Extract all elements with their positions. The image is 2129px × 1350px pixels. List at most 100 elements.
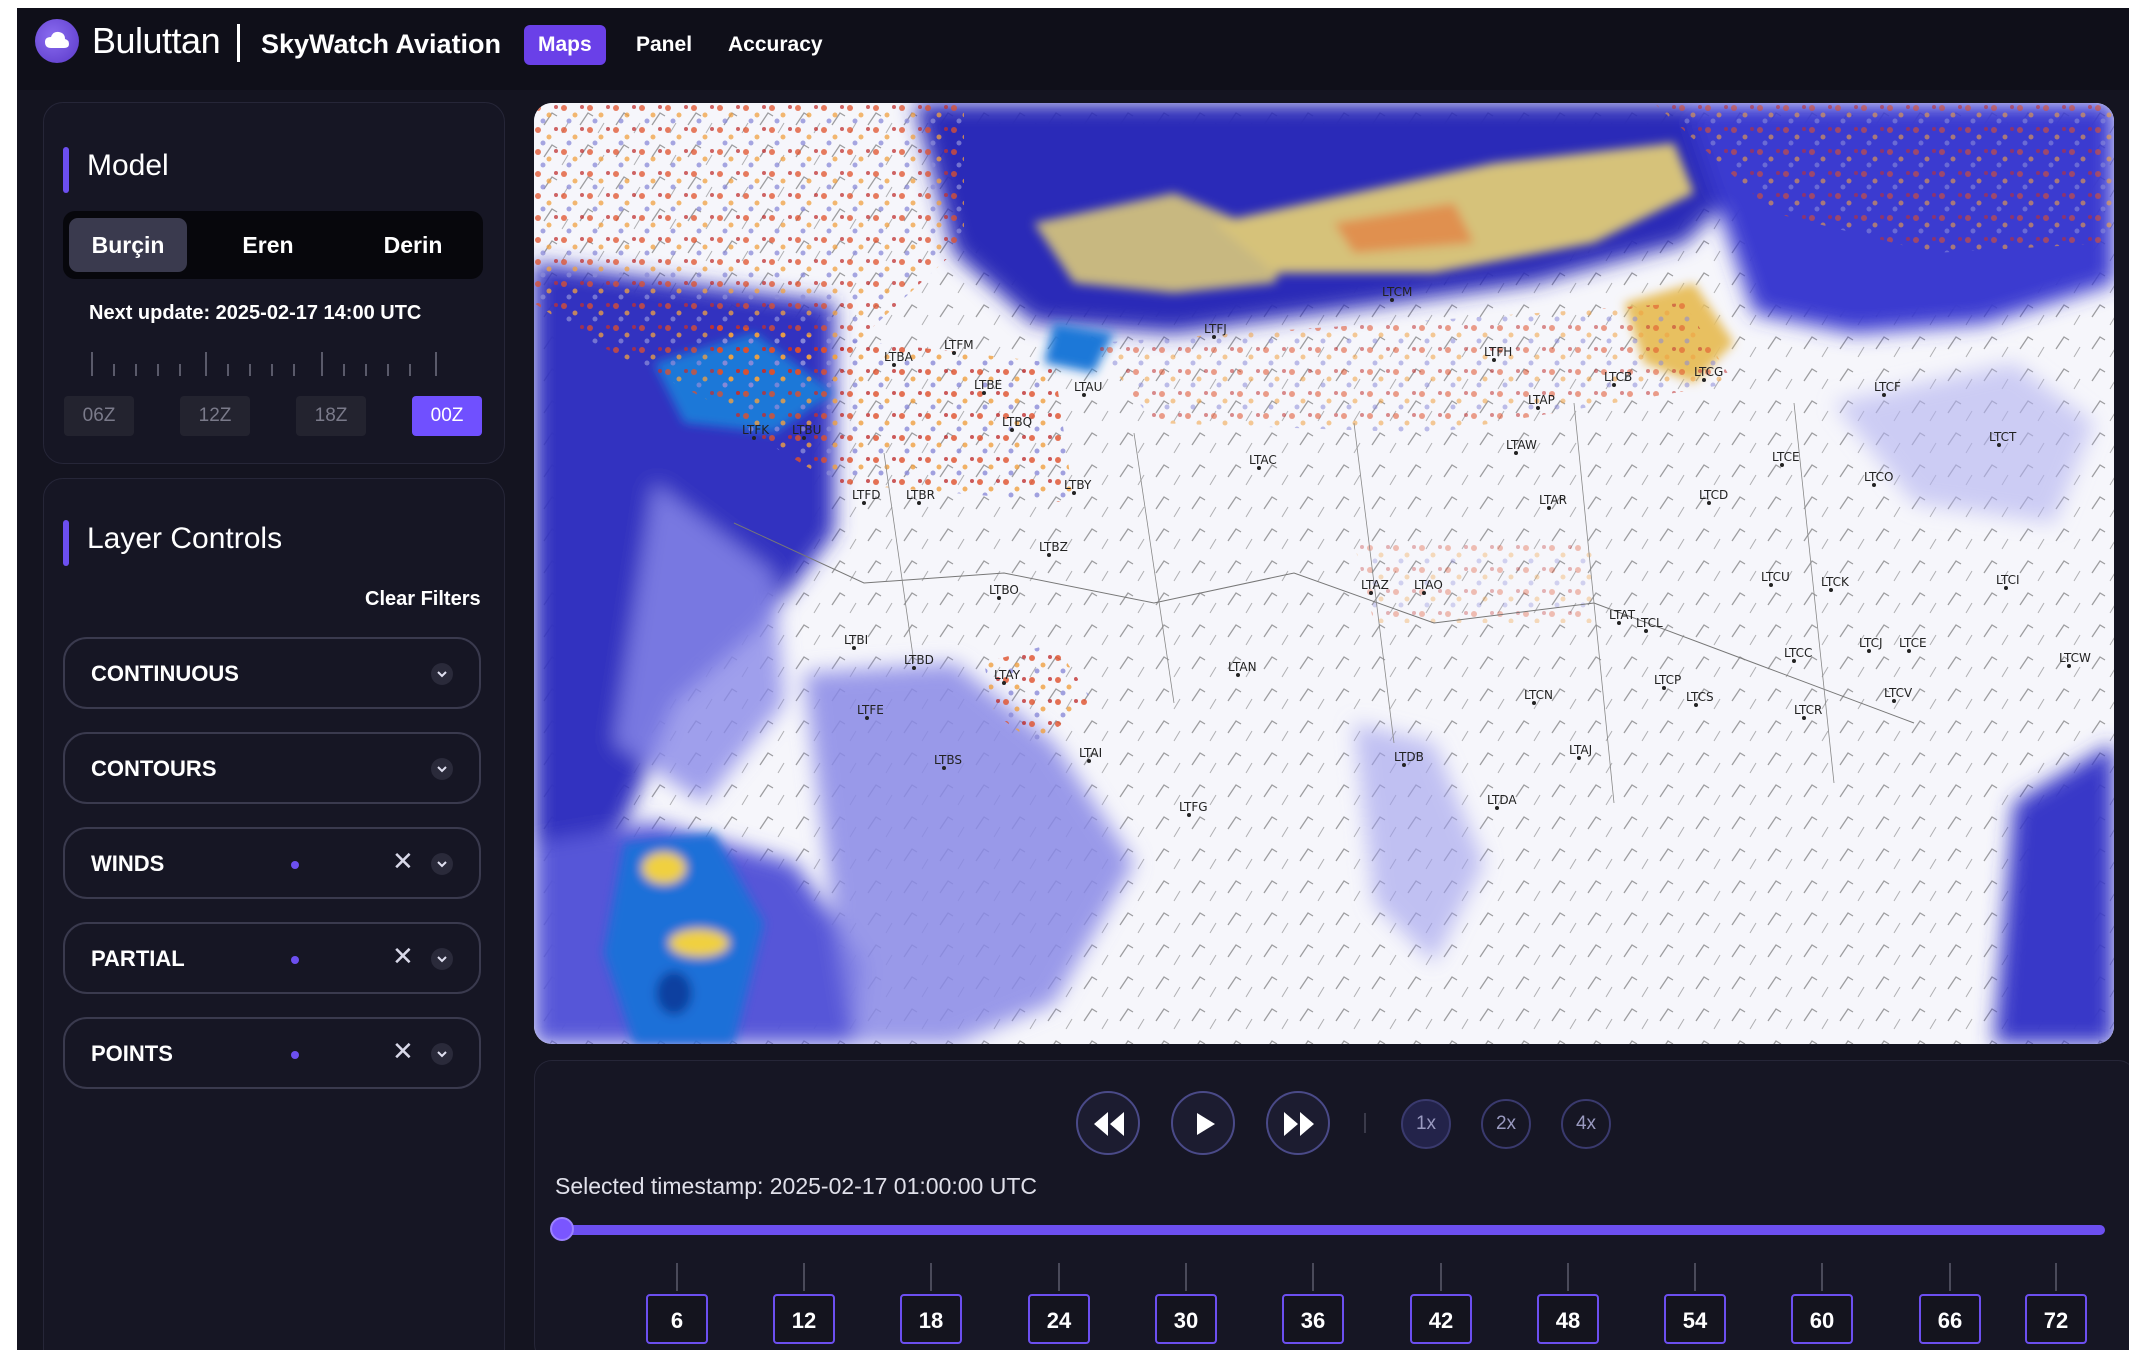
airport-label: LTFJ — [1204, 322, 1227, 336]
airport-label: LTCB — [1604, 370, 1632, 384]
hour-tick — [1440, 1263, 1442, 1291]
timeline-panel: 1x 2x 4x Selected timestamp: 2025-02-17 … — [534, 1060, 2129, 1350]
hour-button-12[interactable]: 12 — [773, 1294, 835, 1344]
hour-tick — [676, 1263, 678, 1291]
hour-button-6[interactable]: 6 — [646, 1294, 708, 1344]
tab-panel[interactable]: Panel — [622, 25, 706, 65]
model-option-eren[interactable]: Eren — [199, 218, 337, 272]
hour-button-48[interactable]: 48 — [1537, 1294, 1599, 1344]
airport-label: LTCP — [1654, 673, 1681, 687]
model-panel-title: Model — [87, 149, 169, 182]
hour-tick — [1058, 1263, 1060, 1291]
airport-label: LTAO — [1414, 578, 1443, 592]
model-accent-bar — [63, 147, 69, 193]
airport-label: LTFH — [1484, 345, 1512, 359]
tab-accuracy[interactable]: Accuracy — [714, 25, 837, 65]
hour-tick — [1949, 1263, 1951, 1291]
play-icon — [1197, 1113, 1215, 1135]
airport-label: LTCG — [1694, 365, 1723, 379]
airport-label: LTFD — [852, 488, 881, 502]
hour-button-42[interactable]: 42 — [1410, 1294, 1472, 1344]
brand-divider — [237, 24, 240, 62]
active-indicator-dot — [291, 1051, 299, 1059]
hour-button-24[interactable]: 24 — [1028, 1294, 1090, 1344]
close-icon[interactable]: ✕ — [392, 846, 414, 877]
layer-row-winds[interactable]: WINDS ✕ — [63, 827, 481, 899]
fast-forward-icon — [1284, 1112, 1314, 1136]
layer-label: CONTOURS — [91, 756, 217, 781]
model-selector: Burçin Eren Derin — [63, 211, 483, 279]
weather-map-canvas[interactable]: LTCM LTFM LTBA LTFJ LTFH LTCB LTCG LTCF … — [534, 103, 2114, 1044]
tab-maps[interactable]: Maps — [524, 25, 606, 65]
hour-button-18[interactable]: 18 — [900, 1294, 962, 1344]
hour-button-36[interactable]: 36 — [1282, 1294, 1344, 1344]
layer-row-points[interactable]: POINTS ✕ — [63, 1017, 481, 1089]
airport-label: LTCJ — [1859, 636, 1883, 650]
run-ruler — [89, 352, 453, 380]
clear-filters-button[interactable]: Clear Filters — [365, 588, 481, 611]
airport-label: LTBE — [974, 378, 1002, 392]
speed-4x-button[interactable]: 4x — [1561, 1099, 1611, 1149]
chevron-down-icon[interactable] — [431, 1043, 453, 1065]
app-name: SkyWatch Aviation — [261, 29, 502, 59]
hour-button-54[interactable]: 54 — [1664, 1294, 1726, 1344]
airport-label: LTAT — [1609, 608, 1636, 622]
hour-button-30[interactable]: 30 — [1155, 1294, 1217, 1344]
airport-label: LTBS — [934, 753, 962, 767]
airport-label: LTBY — [1064, 478, 1092, 492]
top-bar: Buluttan SkyWatch Aviation Maps Panel Ac… — [17, 8, 2129, 90]
layer-row-continuous[interactable]: CONTINUOUS — [63, 637, 481, 709]
airport-label: LTCM — [1382, 285, 1412, 299]
layer-row-contours[interactable]: CONTOURS — [63, 732, 481, 804]
airport-label: LTAU — [1074, 380, 1102, 394]
speed-2x-button[interactable]: 2x — [1481, 1099, 1531, 1149]
hour-tick — [1567, 1263, 1569, 1291]
chevron-down-icon[interactable] — [431, 758, 453, 780]
model-option-burcin[interactable]: Burçin — [69, 218, 187, 272]
airport-label: LTFM — [944, 338, 974, 352]
timeline-track[interactable] — [555, 1225, 2105, 1235]
airport-label: LTBO — [989, 583, 1019, 597]
hour-button-60[interactable]: 60 — [1791, 1294, 1853, 1344]
airport-label: LTCD — [1699, 488, 1728, 502]
chevron-down-icon[interactable] — [431, 663, 453, 685]
run-06z-button[interactable]: 06Z — [64, 396, 134, 436]
rewind-icon — [1094, 1112, 1124, 1136]
speed-1x-button[interactable]: 1x — [1401, 1099, 1451, 1149]
airport-label: LTAP — [1528, 393, 1555, 407]
airport-label: LTCW — [2059, 651, 2091, 665]
layer-panel-title: Layer Controls — [87, 522, 283, 555]
hour-button-66[interactable]: 66 — [1919, 1294, 1981, 1344]
airport-label: LTAI — [1079, 746, 1102, 760]
layer-label: PARTIAL — [91, 946, 185, 971]
close-icon[interactable]: ✕ — [392, 1036, 414, 1067]
rewind-button[interactable] — [1076, 1091, 1140, 1155]
play-button[interactable] — [1171, 1091, 1235, 1155]
brand-name: Buluttan — [92, 20, 221, 61]
airport-label: LTAN — [1228, 660, 1257, 674]
next-update-text: Next update: 2025-02-17 14:00 UTC — [89, 302, 422, 324]
airport-label: LTDB — [1394, 750, 1424, 764]
chevron-down-icon[interactable] — [431, 948, 453, 970]
run-18z-button[interactable]: 18Z — [296, 396, 366, 436]
timeline-thumb[interactable] — [550, 1217, 574, 1241]
hour-button-72[interactable]: 72 — [2025, 1294, 2087, 1344]
airport-label: LTFE — [857, 703, 884, 717]
run-00z-button[interactable]: 00Z — [412, 396, 482, 436]
airport-label: LTAC — [1249, 453, 1277, 467]
airport-label: LTCE — [1899, 636, 1927, 650]
layer-row-partial[interactable]: PARTIAL ✕ — [63, 922, 481, 994]
fast-forward-button[interactable] — [1266, 1091, 1330, 1155]
layer-label: CONTINUOUS — [91, 661, 239, 686]
airport-label: LTBI — [844, 633, 868, 647]
model-option-derin[interactable]: Derin — [349, 218, 477, 272]
chevron-down-icon[interactable] — [431, 853, 453, 875]
weather-map[interactable]: LTCM LTFM LTBA LTFJ LTFH LTCB LTCG LTCF … — [534, 103, 2114, 1044]
airport-label: LTCT — [1989, 430, 2017, 444]
airport-label: LTCE — [1772, 450, 1800, 464]
close-icon[interactable]: ✕ — [392, 941, 414, 972]
airport-label: LTDA — [1487, 793, 1517, 807]
airport-label: LTCF — [1874, 380, 1901, 394]
run-12z-button[interactable]: 12Z — [180, 396, 250, 436]
airport-label: LTBR — [906, 488, 935, 502]
